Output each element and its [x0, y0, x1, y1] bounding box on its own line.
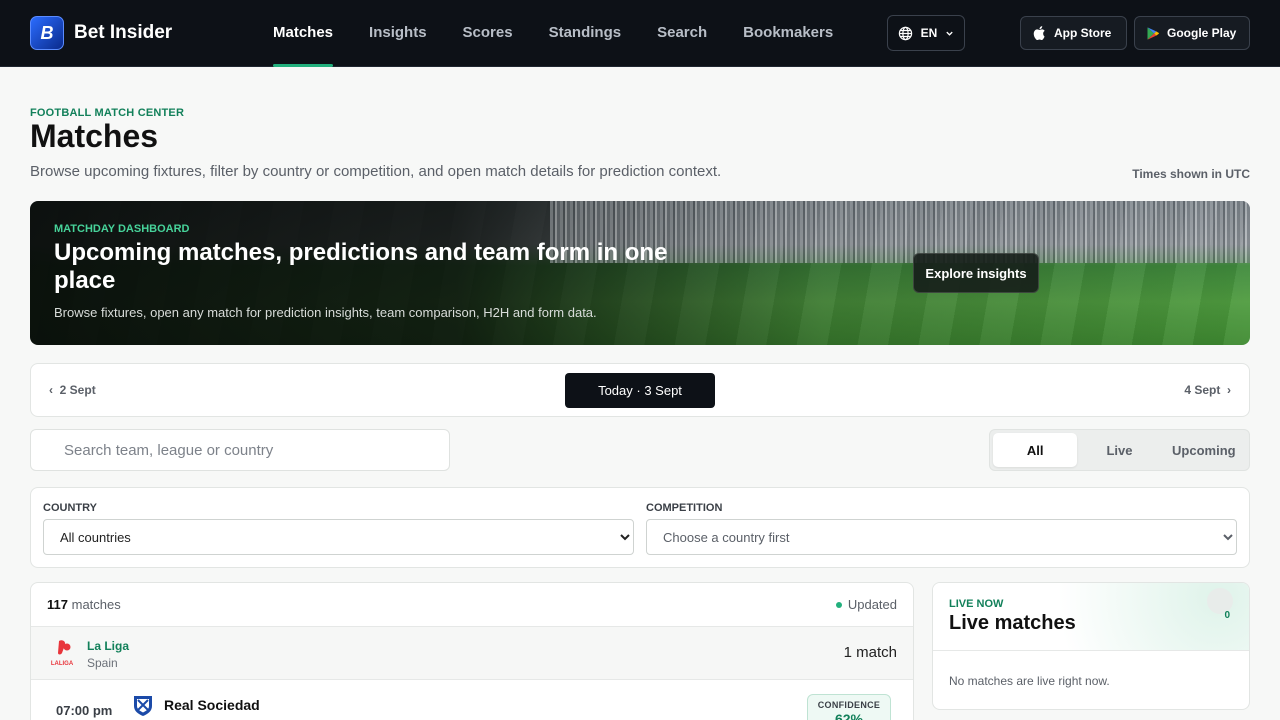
real-sociedad-crest-icon [134, 696, 152, 716]
fixture-row[interactable]: 07:00 pm Real Sociedad CONFIDENCE 62% [31, 680, 913, 720]
country-select[interactable]: All countries [43, 519, 634, 555]
league-row[interactable]: LALIGA La Liga Spain 1 match [31, 627, 913, 680]
tab-live[interactable]: Live [1077, 433, 1161, 467]
hero-subtitle: Browse fixtures, open any match for pred… [54, 305, 597, 320]
updated-label: Updated [847, 597, 897, 612]
google-play-label: Google Play [1167, 26, 1237, 40]
brand[interactable]: B Bet Insider [30, 16, 172, 50]
tab-upcoming[interactable]: Upcoming [1162, 433, 1246, 467]
home-team-name: Real Sociedad [164, 697, 260, 713]
prev-date-button[interactable]: ‹ 2 Sept [49, 383, 96, 397]
chevron-left-icon: ‹ [49, 383, 53, 397]
globe-icon [898, 26, 912, 40]
language-code: EN [920, 26, 938, 40]
page-title: Matches [30, 118, 159, 154]
matches-panel: 117 matches Updated LALIGA La Liga Spain… [30, 582, 914, 720]
language-selector[interactable]: EN [887, 15, 965, 51]
google-play-icon [1147, 26, 1159, 40]
app-store-button[interactable]: App Store [1020, 16, 1127, 50]
fixture-time: 07:00 pm [56, 703, 113, 718]
app-store-label: App Store [1054, 26, 1112, 40]
country-label: COUNTRY [43, 502, 97, 514]
competition-label: COMPETITION [646, 502, 723, 514]
live-title: Live matches [949, 612, 1076, 634]
live-count: 0 [1224, 610, 1230, 621]
google-play-button[interactable]: Google Play [1134, 16, 1250, 50]
page-subtitle: Browse upcoming fixtures, filter by coun… [30, 163, 722, 180]
laliga-logo-text: LALIGA [51, 661, 74, 667]
confidence-badge: CONFIDENCE 62% [807, 694, 891, 720]
nav-insights[interactable]: Insights [369, 0, 427, 67]
apple-icon [1033, 26, 1045, 40]
today-date-button[interactable]: Today · 3 Sept [565, 373, 715, 408]
nav-standings[interactable]: Standings [549, 0, 622, 67]
match-count: 117 matches [47, 597, 121, 612]
live-header: LIVE NOW Live matches 0 [933, 583, 1249, 651]
explore-insights-button[interactable]: Explore insights [913, 253, 1039, 293]
updated-status: Updated [835, 597, 897, 612]
status-dot-icon [835, 601, 842, 608]
league-country: Spain [87, 656, 118, 670]
nav-bookmakers[interactable]: Bookmakers [743, 0, 833, 67]
prev-date-label: 2 Sept [59, 383, 96, 397]
status-tabs: All Live Upcoming [989, 429, 1250, 471]
league-name[interactable]: La Liga [87, 639, 129, 653]
next-date-label: 4 Sept [1184, 383, 1221, 397]
filters-panel: COUNTRY All countries COMPETITION Choose… [30, 487, 1250, 568]
date-switcher: ‹ 2 Sept Today · 3 Sept 4 Sept › [30, 363, 1250, 417]
match-count-suffix: matches [71, 597, 121, 612]
top-navbar: B Bet Insider Matches Insights Scores St… [0, 0, 1280, 67]
next-date-button[interactable]: 4 Sept › [1184, 383, 1231, 397]
league-match-count: 1 match [843, 644, 897, 661]
nav-matches[interactable]: Matches [273, 0, 334, 67]
search-input[interactable] [30, 429, 450, 471]
competition-select[interactable]: Choose a country first [646, 519, 1237, 555]
hero-title: Upcoming matches, predictions and team f… [54, 239, 668, 294]
live-panel: LIVE NOW Live matches 0 No matches are l… [932, 582, 1250, 710]
live-empty-message: No matches are live right now. [949, 674, 1110, 688]
confidence-value: 62% [834, 711, 864, 720]
confidence-label: CONFIDENCE [817, 700, 881, 710]
brand-name: Bet Insider [74, 22, 173, 43]
match-count-number: 117 [47, 597, 68, 612]
brand-logo: B [30, 16, 64, 50]
chevron-down-icon [946, 31, 954, 36]
hero-eyebrow: MATCHDAY DASHBOARD [54, 223, 190, 235]
utc-note: Times shown in UTC [1132, 167, 1250, 181]
nav-search[interactable]: Search [657, 0, 707, 67]
live-eyebrow: LIVE NOW [949, 598, 1004, 610]
main-nav: Matches Insights Scores Standings Search… [273, 0, 833, 67]
tab-all[interactable]: All [993, 433, 1078, 467]
matches-header: 117 matches Updated [31, 583, 913, 627]
chevron-right-icon: › [1227, 383, 1231, 397]
hero-banner: MATCHDAY DASHBOARD Upcoming matches, pre… [30, 201, 1250, 345]
laliga-logo-icon: LALIGA [51, 640, 74, 667]
nav-scores[interactable]: Scores [463, 0, 513, 67]
